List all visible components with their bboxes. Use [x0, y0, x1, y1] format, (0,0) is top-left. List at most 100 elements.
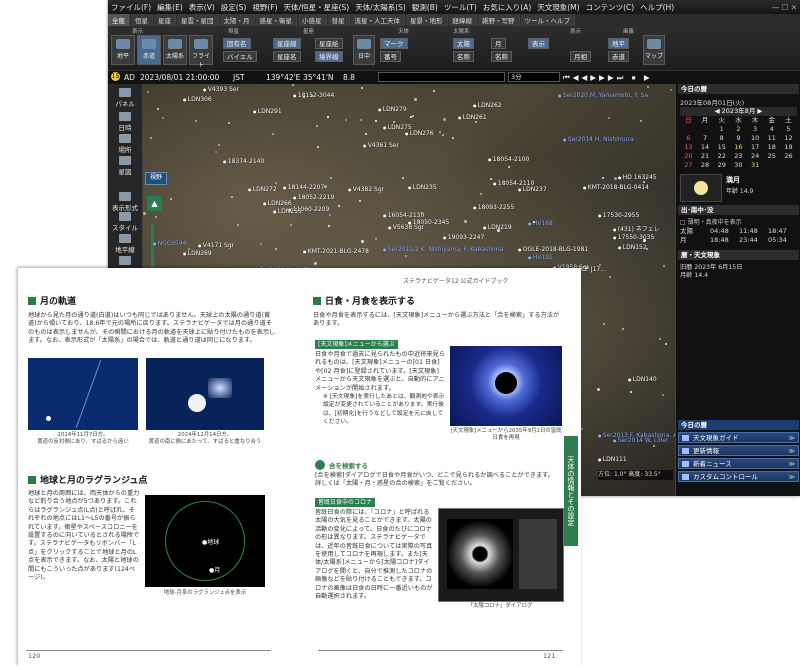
number-toggle[interactable]: 番号	[380, 51, 401, 62]
calendar-day[interactable]: 14	[697, 143, 714, 152]
menu-fov[interactable]: 視野(F)	[249, 2, 280, 13]
menu-phenomena[interactable]: 天文現象(M)	[534, 2, 582, 13]
calendar-day[interactable]: 31	[747, 161, 764, 170]
constellation-lines-toggle[interactable]: 星座線	[273, 38, 301, 49]
equatorial-view-button[interactable]: 赤道	[137, 35, 161, 65]
sky-object-label[interactable]: ● 17530-2955	[598, 212, 639, 219]
tab-constellations[interactable]: 星座	[154, 14, 176, 26]
calendar-day[interactable]: 13	[680, 143, 697, 152]
datetime-button[interactable]: 日時	[110, 112, 140, 132]
boundary-toggle[interactable]: 境界線	[315, 51, 343, 62]
panel-button[interactable]: パネル	[110, 88, 140, 108]
step-select[interactable]: 3分	[508, 72, 560, 82]
calendar-day[interactable]: 30	[730, 161, 747, 170]
clock-icon[interactable]: 15	[111, 72, 120, 81]
sky-object-label[interactable]: ● LDN291	[253, 108, 282, 115]
sky-object-label[interactable]: ● LDN255	[273, 208, 302, 215]
sky-object-label[interactable]: ● LDN152	[618, 244, 647, 251]
map-button[interactable]: マップ	[643, 35, 665, 65]
solar-system-view-button[interactable]: 太陽系	[163, 35, 187, 65]
calendar-day[interactable]: 18	[763, 143, 780, 152]
search-field[interactable]	[378, 72, 505, 82]
sky-object-label[interactable]: ● 18152-3044	[293, 92, 334, 99]
proper-name-toggle[interactable]: 固有名	[223, 38, 251, 49]
display-format-button[interactable]: 表示形式	[110, 192, 140, 212]
horizon-image-toggle[interactable]: 地平	[608, 38, 629, 49]
tab-stars[interactable]: 恒星	[131, 14, 153, 26]
zoom-up-icon[interactable]: ▲	[147, 196, 162, 211]
menu-stars[interactable]: 天体/恒星・星座(S)	[281, 2, 353, 13]
sky-object-label[interactable]: ● LDN306	[183, 96, 212, 103]
sky-object-label[interactable]: ● 18050-2345	[408, 219, 449, 226]
tab-sun-moon[interactable]: 太陽・月	[219, 14, 255, 26]
sky-object-label[interactable]: ● LDN235	[408, 184, 437, 191]
sky-object-label[interactable]: ● V4382 Sgr	[348, 186, 384, 193]
datetime-input[interactable]: 2023/08/01 21:00:00	[140, 73, 219, 82]
calendar-day[interactable]: 6	[680, 134, 697, 143]
fov-badge[interactable]: 視野	[145, 172, 167, 185]
calendar-day[interactable]: 16	[730, 143, 747, 152]
calendar-day[interactable]: 25	[763, 152, 780, 161]
calendar-day[interactable]: 29	[713, 161, 730, 170]
sky-object-label[interactable]: ● HV191	[528, 254, 553, 261]
sky-object-label[interactable]: ● 18054-2100	[488, 156, 529, 163]
sky-object-label[interactable]: ● HV168	[528, 220, 553, 227]
tab-general[interactable]: 全般	[108, 14, 130, 26]
sky-object-label[interactable]: ● LDN111	[598, 456, 627, 463]
flight-button[interactable]: フライト	[189, 35, 213, 69]
calendar-day[interactable]: 9	[730, 134, 747, 143]
sky-object-label[interactable]: ● 18093-2255	[473, 204, 514, 211]
news-button[interactable]: 新着ニュース ≫	[678, 458, 799, 469]
sky-object-label[interactable]: ● 18052-2219	[293, 194, 334, 201]
chart-button[interactable]: 星図	[110, 156, 140, 176]
sky-object-label[interactable]: ● LDN140	[628, 376, 657, 383]
calendar-day[interactable]: 28	[697, 161, 714, 170]
sky-object-label[interactable]: ● V4393 Ser	[203, 86, 239, 93]
calendar-day[interactable]: 5	[780, 125, 797, 134]
tab-grid[interactable]: 経緯線	[448, 14, 477, 26]
calendar-day[interactable]: 15	[713, 143, 730, 152]
sky-object-label[interactable]: ● KMT-2021-BLG-2478	[303, 248, 369, 255]
sky-object-label[interactable]: ● LDN276	[405, 130, 434, 137]
custom-control-button[interactable]: カスタムコントロール ≫	[678, 471, 799, 482]
tab-asteroids[interactable]: 小惑星	[298, 14, 327, 26]
calendar-day[interactable]: 21	[697, 152, 714, 161]
moon-name-toggle[interactable]: 名称	[491, 51, 512, 62]
constellation-names-toggle[interactable]: 星座名	[273, 51, 301, 62]
sky-object-label[interactable]: ● Ser2013 F. Kabashima, ASASSN-16ie	[598, 432, 675, 439]
equatorial-image-toggle[interactable]: 赤道	[608, 51, 629, 62]
sky-object-label[interactable]: ● (431) ネフェレ	[613, 224, 660, 233]
twilight-checkbox[interactable]: □ 薄明・真夜中を表示	[680, 217, 742, 226]
sky-object-label[interactable]: ● Ser2014 H. Nishimura	[563, 136, 634, 143]
menu-edit[interactable]: 編集(E)	[154, 2, 186, 13]
sky-object-label[interactable]: ● Ser2011/2 K. Nishiyama, F. Kabashima	[383, 246, 503, 253]
calendar-day[interactable]: 2	[730, 125, 747, 134]
calendar-day[interactable]: 17	[747, 143, 764, 152]
sun-toggle[interactable]: 太陽	[453, 38, 474, 49]
menu-contents[interactable]: コンテンツ(C)	[583, 2, 638, 13]
sky-object-label[interactable]: ● 17550-3035	[613, 234, 654, 241]
sky-object-label[interactable]: ● Ser2020 M. Yamamoto, Y. Sa	[558, 92, 648, 99]
calendar-day[interactable]: 10	[747, 134, 764, 143]
moon-phase-toggle[interactable]: 月相	[570, 51, 591, 62]
limit-mag-input[interactable]: 8.8	[343, 73, 355, 82]
tab-fields[interactable]: 雑野・写野	[478, 14, 520, 26]
menu-observe[interactable]: 観測(B)	[409, 2, 441, 13]
tab-meteors[interactable]: 流星・人工天体	[350, 14, 405, 26]
menu-settings[interactable]: 設定(S)	[218, 2, 250, 13]
calendar-day[interactable]: 22	[713, 152, 730, 161]
daytime-button[interactable]: 日中	[353, 35, 375, 65]
sky-object-label[interactable]: ● LDN269	[183, 250, 212, 257]
menu-view[interactable]: 表示(V)	[186, 2, 218, 13]
calendar-day[interactable]: 7	[697, 134, 714, 143]
sky-object-label[interactable]: ● LDN262	[473, 102, 502, 109]
calendar-day[interactable]: 3	[747, 125, 764, 134]
sky-object-label[interactable]: ● KMT-2018-BLG-0414	[583, 184, 649, 191]
sky-object-label[interactable]: ● LDN272	[248, 186, 277, 193]
sky-object-label[interactable]: ● 18374-2140	[223, 158, 264, 165]
constellation-art-toggle[interactable]: 星座絵	[315, 38, 343, 49]
menu-solar[interactable]: 天体/太陽系(S)	[352, 2, 409, 13]
sky-object-label[interactable]: ● 18054-2110	[493, 180, 534, 187]
calendar-day[interactable]: 11	[763, 134, 780, 143]
sky-object-label[interactable]: ● HD 163245	[618, 174, 657, 181]
